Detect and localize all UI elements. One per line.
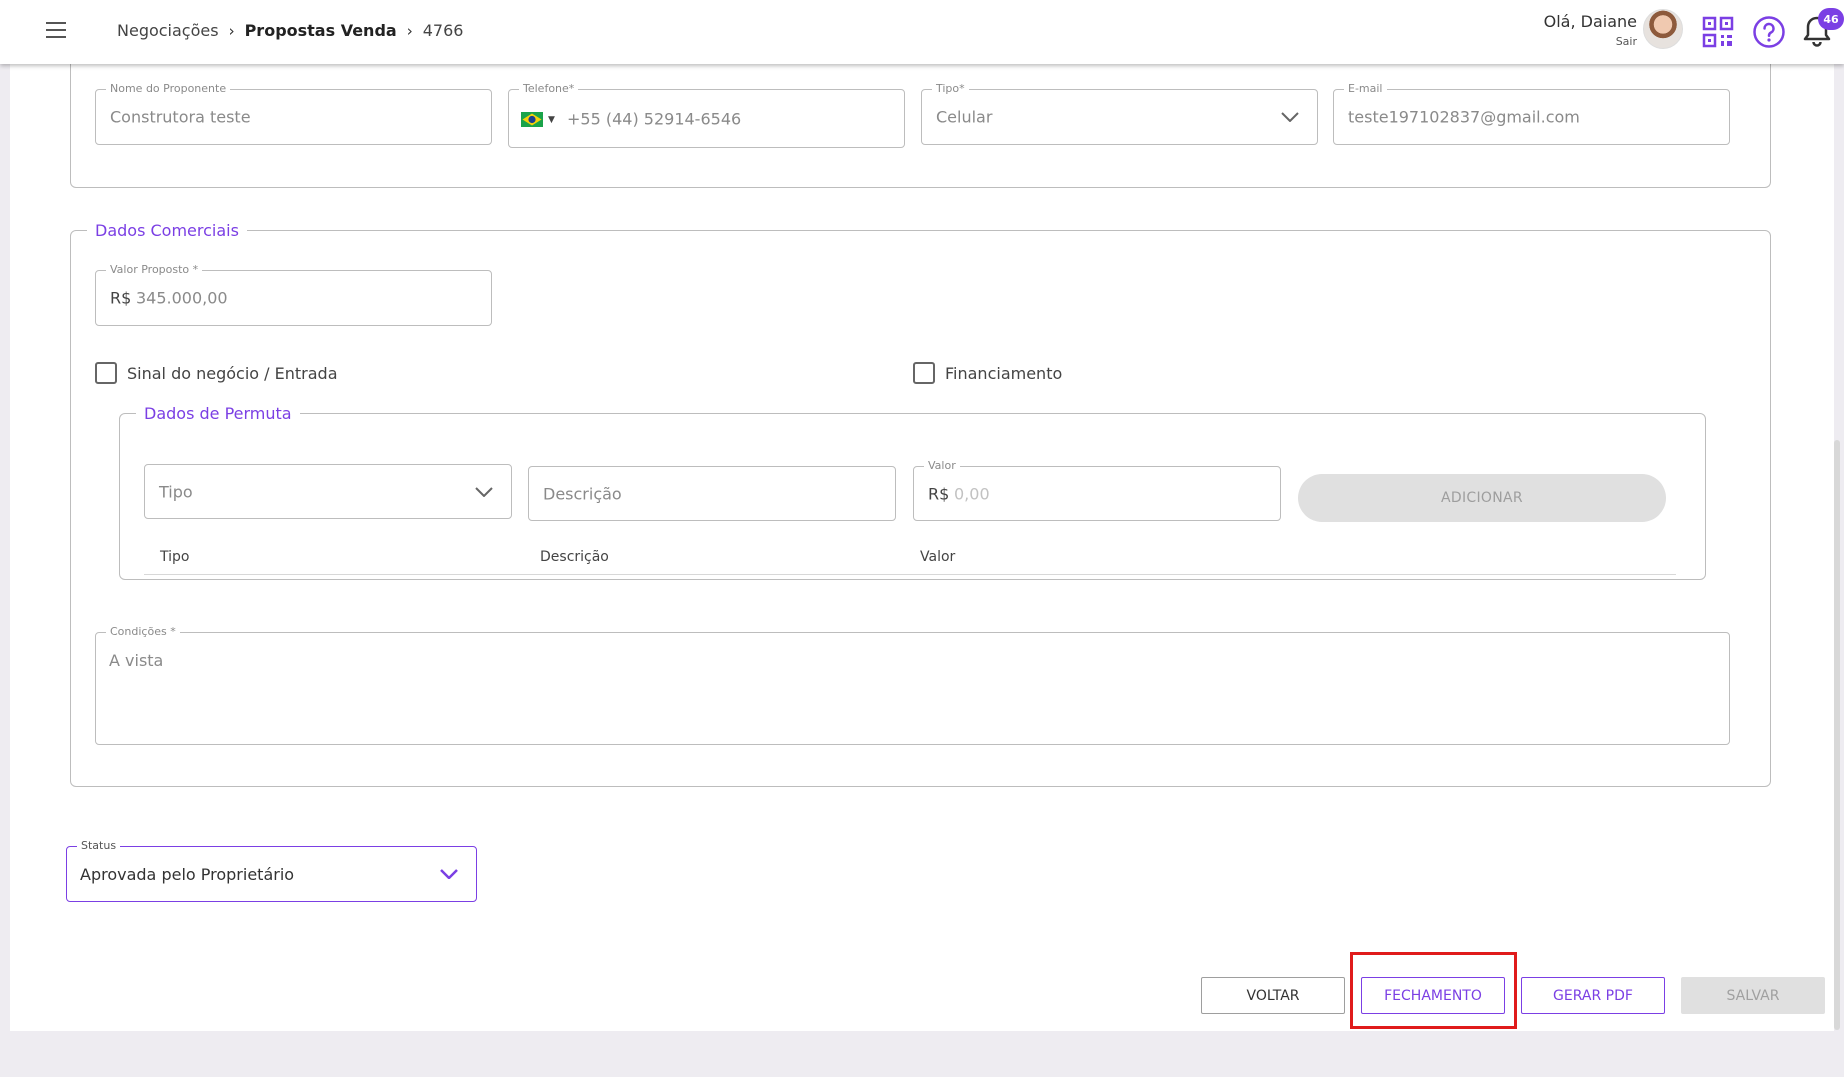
financing-checkbox[interactable]: [913, 362, 935, 384]
menu-icon[interactable]: [46, 22, 68, 40]
proposed-value-field[interactable]: Valor Proposto * R$ 345.000,00: [95, 263, 492, 326]
chevron-down-icon: [475, 486, 493, 497]
email-field[interactable]: E-mail teste197102837@gmail.com: [1333, 82, 1730, 145]
back-button[interactable]: VOLTAR: [1201, 977, 1345, 1014]
breadcrumb-item-propostas[interactable]: Propostas Venda: [245, 21, 397, 40]
conditions-value: A vista: [109, 651, 164, 670]
add-exchange-button[interactable]: ADICIONAR: [1298, 474, 1666, 522]
financing-checkbox-row[interactable]: Financiamento: [913, 362, 1062, 384]
avatar[interactable]: [1643, 9, 1683, 49]
user-info: Olá, Daiane Sair: [1544, 12, 1637, 48]
notification-badge: 46: [1818, 8, 1844, 30]
exchange-value-input[interactable]: Valor R$ 0,00: [913, 459, 1281, 521]
generate-pdf-button[interactable]: GERAR PDF: [1521, 977, 1665, 1014]
entry-checkbox-row[interactable]: Sinal do negócio / Entrada: [95, 362, 338, 384]
chevron-down-icon: [440, 869, 458, 879]
scrollbar[interactable]: [1834, 440, 1840, 1030]
phone-type-value: Celular: [936, 107, 993, 127]
breadcrumb-item-negociacoes[interactable]: Negociações: [117, 21, 219, 40]
brazil-flag-icon[interactable]: [521, 112, 543, 127]
proponent-name-value: Construtora teste: [110, 107, 251, 127]
financing-checkbox-label[interactable]: Financiamento: [945, 364, 1062, 383]
proponent-name-field[interactable]: Nome do Proponente Construtora teste: [95, 82, 492, 145]
entry-checkbox[interactable]: [95, 362, 117, 384]
status-value: Aprovada pelo Proprietário: [80, 865, 295, 884]
user-greeting: Olá, Daiane: [1543, 12, 1637, 31]
chevron-right-icon: ›: [228, 21, 235, 40]
exchange-description-input[interactable]: Descrição: [528, 466, 896, 521]
top-bar: Negociações › Propostas Venda › 4766 Olá…: [0, 0, 1844, 64]
entry-checkbox-label[interactable]: Sinal do negócio / Entrada: [127, 364, 338, 383]
exchange-legend: Dados de Permuta: [144, 404, 292, 423]
proponent-name-label: Nome do Proponente: [106, 82, 231, 95]
breadcrumb: Negociações › Propostas Venda › 4766: [117, 21, 463, 40]
column-header-description: Descrição: [540, 549, 609, 565]
qr-code-icon[interactable]: [1702, 16, 1734, 48]
phone-value: +55 (44) 52914-6546: [567, 109, 742, 128]
proposed-value: 345.000,00: [136, 288, 228, 308]
help-icon[interactable]: [1752, 15, 1786, 49]
exchange-value-placeholder: 0,00: [954, 484, 990, 503]
commercial-legend: Dados Comerciais: [95, 221, 239, 240]
breadcrumb-item-current: 4766: [422, 21, 464, 40]
phone-label: Telefone*: [519, 82, 579, 95]
phone-type-label: Tipo*: [932, 82, 969, 95]
save-button[interactable]: SALVAR: [1681, 977, 1825, 1014]
exchange-currency-prefix: R$: [928, 484, 950, 503]
chevron-right-icon: ›: [406, 21, 413, 40]
main-card: Nome do Proponente Construtora teste Tel…: [10, 54, 1834, 1031]
exchange-type-select[interactable]: Tipo: [144, 464, 512, 519]
table-divider: [144, 574, 1676, 575]
logout-link[interactable]: Sair: [1544, 35, 1637, 48]
chevron-down-icon: [1281, 112, 1299, 122]
exchange-value-label: Valor: [924, 459, 960, 472]
exchange-description-placeholder: Descrição: [543, 484, 622, 503]
email-value: teste197102837@gmail.com: [1348, 107, 1580, 127]
currency-prefix: R$: [110, 288, 132, 308]
email-label: E-mail: [1344, 82, 1387, 95]
conditions-textarea[interactable]: Condições * A vista: [95, 625, 1730, 745]
phone-field[interactable]: Telefone* ▼ +55 (44) 52914-6546: [508, 82, 905, 148]
conditions-label: Condições *: [106, 625, 180, 638]
closing-button[interactable]: FECHAMENTO: [1361, 977, 1505, 1014]
caret-down-icon[interactable]: ▼: [548, 115, 555, 125]
phone-type-select[interactable]: Tipo* Celular: [921, 82, 1318, 145]
status-select[interactable]: Status Aprovada pelo Proprietário: [66, 839, 477, 902]
status-label: Status: [77, 839, 121, 852]
column-header-type: Tipo: [160, 549, 190, 565]
proposed-value-label: Valor Proposto *: [106, 263, 203, 276]
exchange-type-placeholder: Tipo: [159, 482, 193, 501]
column-header-value: Valor: [920, 549, 956, 565]
